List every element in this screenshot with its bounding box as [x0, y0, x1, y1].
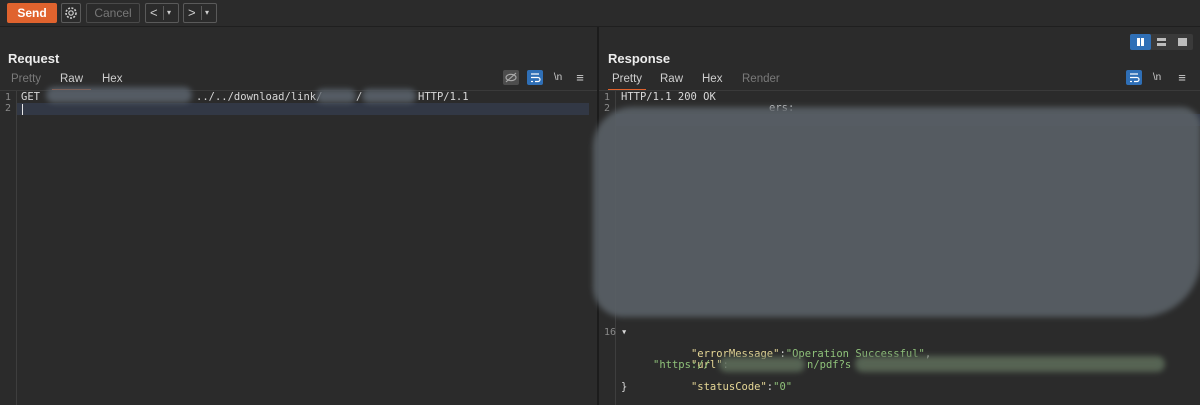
request-method: GET [21, 91, 40, 103]
request-http-version: HTTP/1.1 [418, 91, 469, 103]
fold-toggle-icon[interactable]: ▾ [621, 327, 627, 338]
response-viewer[interactable]: 1 HTTP/1.1 200 OK 2 ers: 16 ▾ "errorMess… [593, 90, 1200, 405]
newline-toggle[interactable]: \n [550, 70, 566, 85]
back-button[interactable]: < ▾ [145, 3, 179, 23]
redacted-path-segment [362, 89, 416, 103]
current-line-highlight [17, 103, 589, 115]
redacted-url-query [855, 356, 1165, 372]
newline-toggle[interactable]: \n [1149, 70, 1165, 85]
layout-single-button[interactable] [1172, 34, 1193, 50]
response-tab-hex[interactable]: Hex [702, 70, 722, 89]
json-string: "0" [773, 381, 793, 393]
line-number: 1 [5, 92, 12, 103]
word-wrap-toggle[interactable] [527, 70, 543, 85]
request-pane: Request Pretty Raw Hex \n ≡ 1 2 GET ../.… [0, 27, 599, 405]
single-pane-icon [1178, 38, 1187, 46]
layout-side-by-side-button[interactable] [1130, 34, 1151, 50]
json-key: "statusCode" [690, 381, 767, 393]
line-number: 2 [604, 103, 611, 114]
request-tab-pretty[interactable]: Pretty [11, 70, 41, 89]
json-line-statuscode: "statusCode":"0" [690, 381, 793, 393]
forward-arrow-icon: > [188, 5, 196, 20]
rows-icon [1157, 38, 1166, 46]
json-close-brace: } [621, 381, 628, 393]
redacted-host [46, 87, 192, 103]
request-path: ../../download/link/ [196, 91, 323, 103]
hamburger-menu-icon[interactable]: ≡ [1174, 70, 1190, 85]
json-url-start: "https:// [653, 359, 710, 371]
hide-nonprintable-toggle[interactable] [503, 70, 519, 85]
back-history-dropdown-icon[interactable]: ▾ [167, 4, 171, 22]
response-tab-pretty[interactable]: Pretty [608, 70, 647, 91]
forward-button[interactable]: > ▾ [183, 3, 217, 23]
eye-slash-icon [505, 72, 517, 83]
word-wrap-toggle[interactable] [1126, 70, 1142, 85]
redacted-response-headers [593, 107, 1200, 317]
request-title: Request [8, 51, 60, 66]
gutter-divider [16, 91, 17, 405]
columns-icon [1137, 38, 1144, 46]
response-tab-render[interactable]: Render [742, 70, 780, 89]
layout-stacked-button[interactable] [1151, 34, 1172, 50]
redacted-path-segment [316, 89, 356, 103]
cancel-button[interactable]: Cancel [86, 3, 140, 23]
request-toolbar: Send Cancel < ▾ > ▾ [0, 0, 1200, 27]
request-editor[interactable]: 1 2 GET ../../download/link/ / HTTP/1.1 [0, 87, 597, 405]
divider [201, 6, 202, 20]
response-status-line: HTTP/1.1 200 OK [621, 91, 716, 103]
response-pane: Response Pretty Raw Hex Render \n ≡ 1 HT… [593, 27, 1200, 405]
divider [163, 6, 164, 20]
response-tab-raw[interactable]: Raw [660, 70, 683, 89]
json-url-mid: n/pdf?s [807, 359, 852, 371]
response-title: Response [608, 51, 671, 66]
back-arrow-icon: < [150, 5, 158, 20]
line-number: 16 [604, 327, 617, 338]
hamburger-menu-icon[interactable]: ≡ [572, 70, 588, 85]
line-number: 2 [5, 103, 12, 114]
wrap-icon [531, 73, 541, 83]
gear-icon [65, 7, 77, 19]
forward-history-dropdown-icon[interactable]: ▾ [205, 4, 209, 22]
text-cursor [22, 104, 23, 115]
redacted-url-host [719, 357, 805, 372]
settings-button[interactable] [61, 3, 81, 23]
line-number: 1 [604, 92, 611, 103]
wrap-icon [1130, 73, 1140, 83]
layout-switcher [1130, 34, 1193, 50]
send-button[interactable]: Send [7, 3, 57, 23]
